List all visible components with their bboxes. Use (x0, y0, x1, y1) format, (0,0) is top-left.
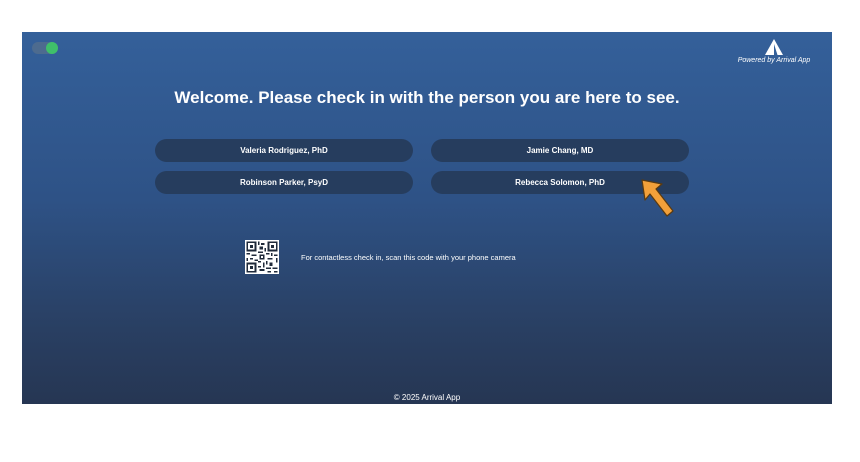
arrival-logo-icon (765, 39, 783, 55)
qr-code-icon (245, 240, 279, 274)
contactless-instructions: For contactless check in, scan this code… (301, 252, 516, 262)
brand-logo: Powered by Arrival App (734, 38, 814, 64)
provider-list: Valeria Rodriguez, PhD Jamie Chang, MD R… (155, 139, 689, 194)
provider-button-jamie-chang[interactable]: Jamie Chang, MD (431, 139, 689, 162)
powered-by-text: Powered by Arrival App (737, 57, 811, 64)
provider-button-robinson-parker[interactable]: Robinson Parker, PsyD (155, 171, 413, 194)
copyright-footer: © 2025 Arrival App (393, 393, 461, 402)
welcome-heading: Welcome. Please check in with the person… (174, 88, 680, 107)
contactless-checkin: For contactless check in, scan this code… (245, 240, 516, 274)
status-toggle[interactable] (32, 42, 58, 54)
provider-button-valeria-rodriguez[interactable]: Valeria Rodriguez, PhD (155, 139, 413, 162)
checkin-screen: Powered by Arrival App Welcome. Please c… (22, 32, 832, 404)
orange-arrow-icon (641, 179, 674, 217)
toggle-knob-icon (46, 42, 58, 54)
